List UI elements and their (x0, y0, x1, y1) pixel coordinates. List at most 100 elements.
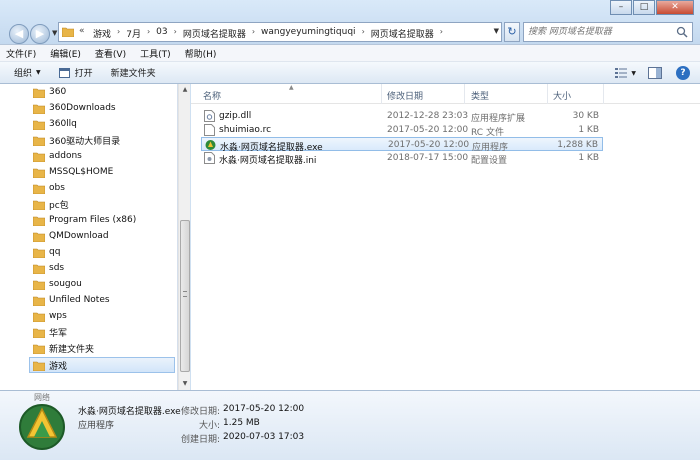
search-input[interactable] (528, 26, 668, 38)
tree-item-huajun[interactable]: 华军 (33, 324, 67, 340)
tree-item-label: 新建文件夹 (49, 344, 95, 355)
minimize-button[interactable]: – (610, 0, 632, 15)
tree-item-label: 360Downloads (49, 103, 116, 113)
preview-pane-icon[interactable] (648, 67, 662, 79)
tree-item-label: 360llq (49, 119, 77, 129)
chevron-right-icon[interactable]: › (252, 27, 255, 40)
tree-item-new-folder[interactable]: 新建文件夹 (33, 340, 94, 356)
tree-item-network[interactable]: 网络 (20, 392, 50, 403)
tree-item-program-files[interactable]: Program Files (x86) (33, 212, 136, 228)
window-controls: – □ ✕ (609, 0, 694, 15)
chevron-right-icon[interactable]: › (362, 27, 365, 40)
caret-down-icon[interactable]: ▼ (631, 70, 636, 77)
forward-arrow-icon[interactable]: ▶ (30, 24, 50, 44)
address-bar[interactable]: « 游戏 › 7月 › 03 › 网页域名提取器 › wangyeyumingt… (58, 22, 502, 42)
tree-item-label: 游戏 (49, 361, 68, 372)
tree-item-360downloads[interactable]: 360Downloads (33, 100, 116, 116)
chevron-double-left-icon[interactable]: « (79, 26, 85, 36)
scroll-thumb[interactable] (180, 220, 190, 372)
search-box[interactable] (523, 22, 693, 42)
file-name: shuimiao.rc (219, 125, 272, 135)
menu-view[interactable]: 查看(V) (95, 47, 126, 60)
column-divider[interactable] (464, 84, 465, 104)
column-date[interactable]: 修改日期 (387, 89, 423, 102)
breadcrumb: 游戏 › 7月 › 03 › 网页域名提取器 › wangyeyumingtiq… (93, 27, 449, 40)
menu-file[interactable]: 文件(F) (6, 47, 36, 60)
close-button[interactable]: ✕ (656, 0, 694, 15)
tree-item-mssql[interactable]: MSSQL$HOME (33, 164, 113, 180)
column-divider[interactable] (547, 84, 548, 104)
breadcrumb-item[interactable]: 网页域名提取器 (183, 27, 246, 40)
breadcrumb-item[interactable]: 游戏 (93, 27, 111, 40)
column-size[interactable]: 大小 (553, 89, 571, 102)
tree-item-label: wps (49, 311, 67, 321)
folder-icon (33, 264, 45, 274)
breadcrumb-item[interactable]: wangyeyumingtiquqi (261, 27, 356, 40)
nav-scrollbar[interactable]: ▲ ▼ (178, 84, 190, 390)
details-size-value: 1.25 MB (223, 418, 260, 428)
tree-item-addons[interactable]: addons (33, 148, 82, 164)
menu-tools[interactable]: 工具(T) (140, 47, 171, 60)
tree-item-label: qq (49, 247, 61, 257)
column-name[interactable]: 名称 (203, 89, 221, 102)
folder-icon (33, 184, 45, 194)
details-pane: 水淼·网页域名提取器.exe 应用程序 修改日期: 2017-05-20 12:… (0, 390, 700, 460)
tree-item-wps[interactable]: wps (33, 308, 67, 324)
search-icon[interactable] (676, 26, 688, 38)
tree-item-360llq[interactable]: 360llq (33, 116, 77, 132)
command-bar: 组织 ▼ 打开 新建文件夹 ▼ ? (0, 62, 700, 84)
file-row[interactable]: 水淼·网页域名提取器.ini 2018-07-17 15:00 配置设置 1 K… (201, 151, 603, 166)
breadcrumb-item[interactable]: 网页域名提取器 (371, 27, 434, 40)
file-row[interactable]: gzip.dll 2012-12-28 23:03 应用程序扩展 30 KB (201, 109, 603, 124)
menu-edit[interactable]: 编辑(E) (50, 47, 81, 60)
column-type[interactable]: 类型 (471, 89, 489, 102)
chevron-right-icon[interactable]: › (147, 27, 150, 40)
back-arrow-icon[interactable]: ◀ (9, 24, 29, 44)
new-folder-button[interactable]: 新建文件夹 (111, 66, 156, 79)
file-row[interactable]: shuimiao.rc 2017-05-20 12:00 RC 文件 1 KB (201, 123, 603, 138)
maximize-button[interactable]: □ (633, 0, 655, 15)
details-modified-value: 2017-05-20 12:00 (223, 404, 305, 414)
column-header: ▲ 名称 修改日期 类型 大小 (191, 84, 700, 104)
tree-item-sougou[interactable]: sougou (33, 276, 82, 292)
folder-icon (33, 361, 45, 371)
breadcrumb-item[interactable]: 03 (156, 27, 167, 40)
folder-icon (33, 328, 45, 338)
dll-file-icon (204, 110, 215, 122)
help-icon[interactable]: ? (676, 66, 690, 80)
column-divider[interactable] (603, 84, 604, 104)
tree-item-unfiled-notes[interactable]: Unfiled Notes (33, 292, 110, 308)
history-dropdown-icon[interactable]: ▼ (52, 29, 57, 37)
view-options-icon[interactable] (614, 67, 628, 79)
details-created-value: 2020-07-03 17:03 (223, 432, 305, 442)
title-bar: – □ ✕ ◀ ▶ ▼ « 游戏 › 7月 › 03 › 网页域名提取器 › w… (0, 0, 700, 44)
tree-item-label: 360驱动大师目录 (49, 136, 121, 147)
address-dropdown-icon[interactable]: ▼ (494, 27, 499, 35)
tree-item-sds[interactable]: sds (33, 260, 64, 276)
file-list: ▲ 名称 修改日期 类型 大小 gzip.dll 2012-12-28 23:0… (191, 84, 700, 390)
tree-item-qq[interactable]: qq (33, 244, 60, 260)
tree-item-pc[interactable]: pc包 (33, 196, 69, 212)
breadcrumb-item[interactable]: 7月 (126, 27, 141, 40)
tree-item-360[interactable]: 360 (33, 84, 66, 100)
refresh-button[interactable]: ↻ (504, 22, 520, 42)
tree-item-qmdownload[interactable]: QMDownload (33, 228, 109, 244)
organize-button[interactable]: 组织 ▼ (14, 66, 41, 79)
chevron-right-icon[interactable]: › (117, 27, 120, 40)
tree-item-label: obs (49, 183, 65, 193)
details-file-type: 应用程序 (78, 421, 115, 431)
tree-item-obs[interactable]: obs (33, 180, 65, 196)
tree-item-games[interactable]: 游戏 (29, 357, 175, 373)
menu-help[interactable]: 帮助(H) (185, 47, 217, 60)
tree-item-360-driver[interactable]: 360驱动大师目录 (33, 132, 120, 148)
chevron-right-icon[interactable]: › (440, 27, 443, 40)
column-divider[interactable] (381, 84, 382, 104)
chevron-right-icon[interactable]: › (174, 27, 177, 40)
scroll-up-icon[interactable]: ▲ (179, 84, 191, 96)
explorer-window: – □ ✕ ◀ ▶ ▼ « 游戏 › 7月 › 03 › 网页域名提取器 › w… (0, 0, 700, 460)
navigation-pane: 360 360Downloads 360llq 360驱动大师目录 addons… (0, 84, 178, 390)
scroll-down-icon[interactable]: ▼ (179, 378, 191, 390)
file-row-selected[interactable]: 水淼·网页域名提取器.exe 2017-05-20 12:00 应用程序 1,2… (201, 137, 603, 153)
open-button[interactable]: 打开 (58, 66, 93, 79)
folder-icon (33, 104, 45, 114)
